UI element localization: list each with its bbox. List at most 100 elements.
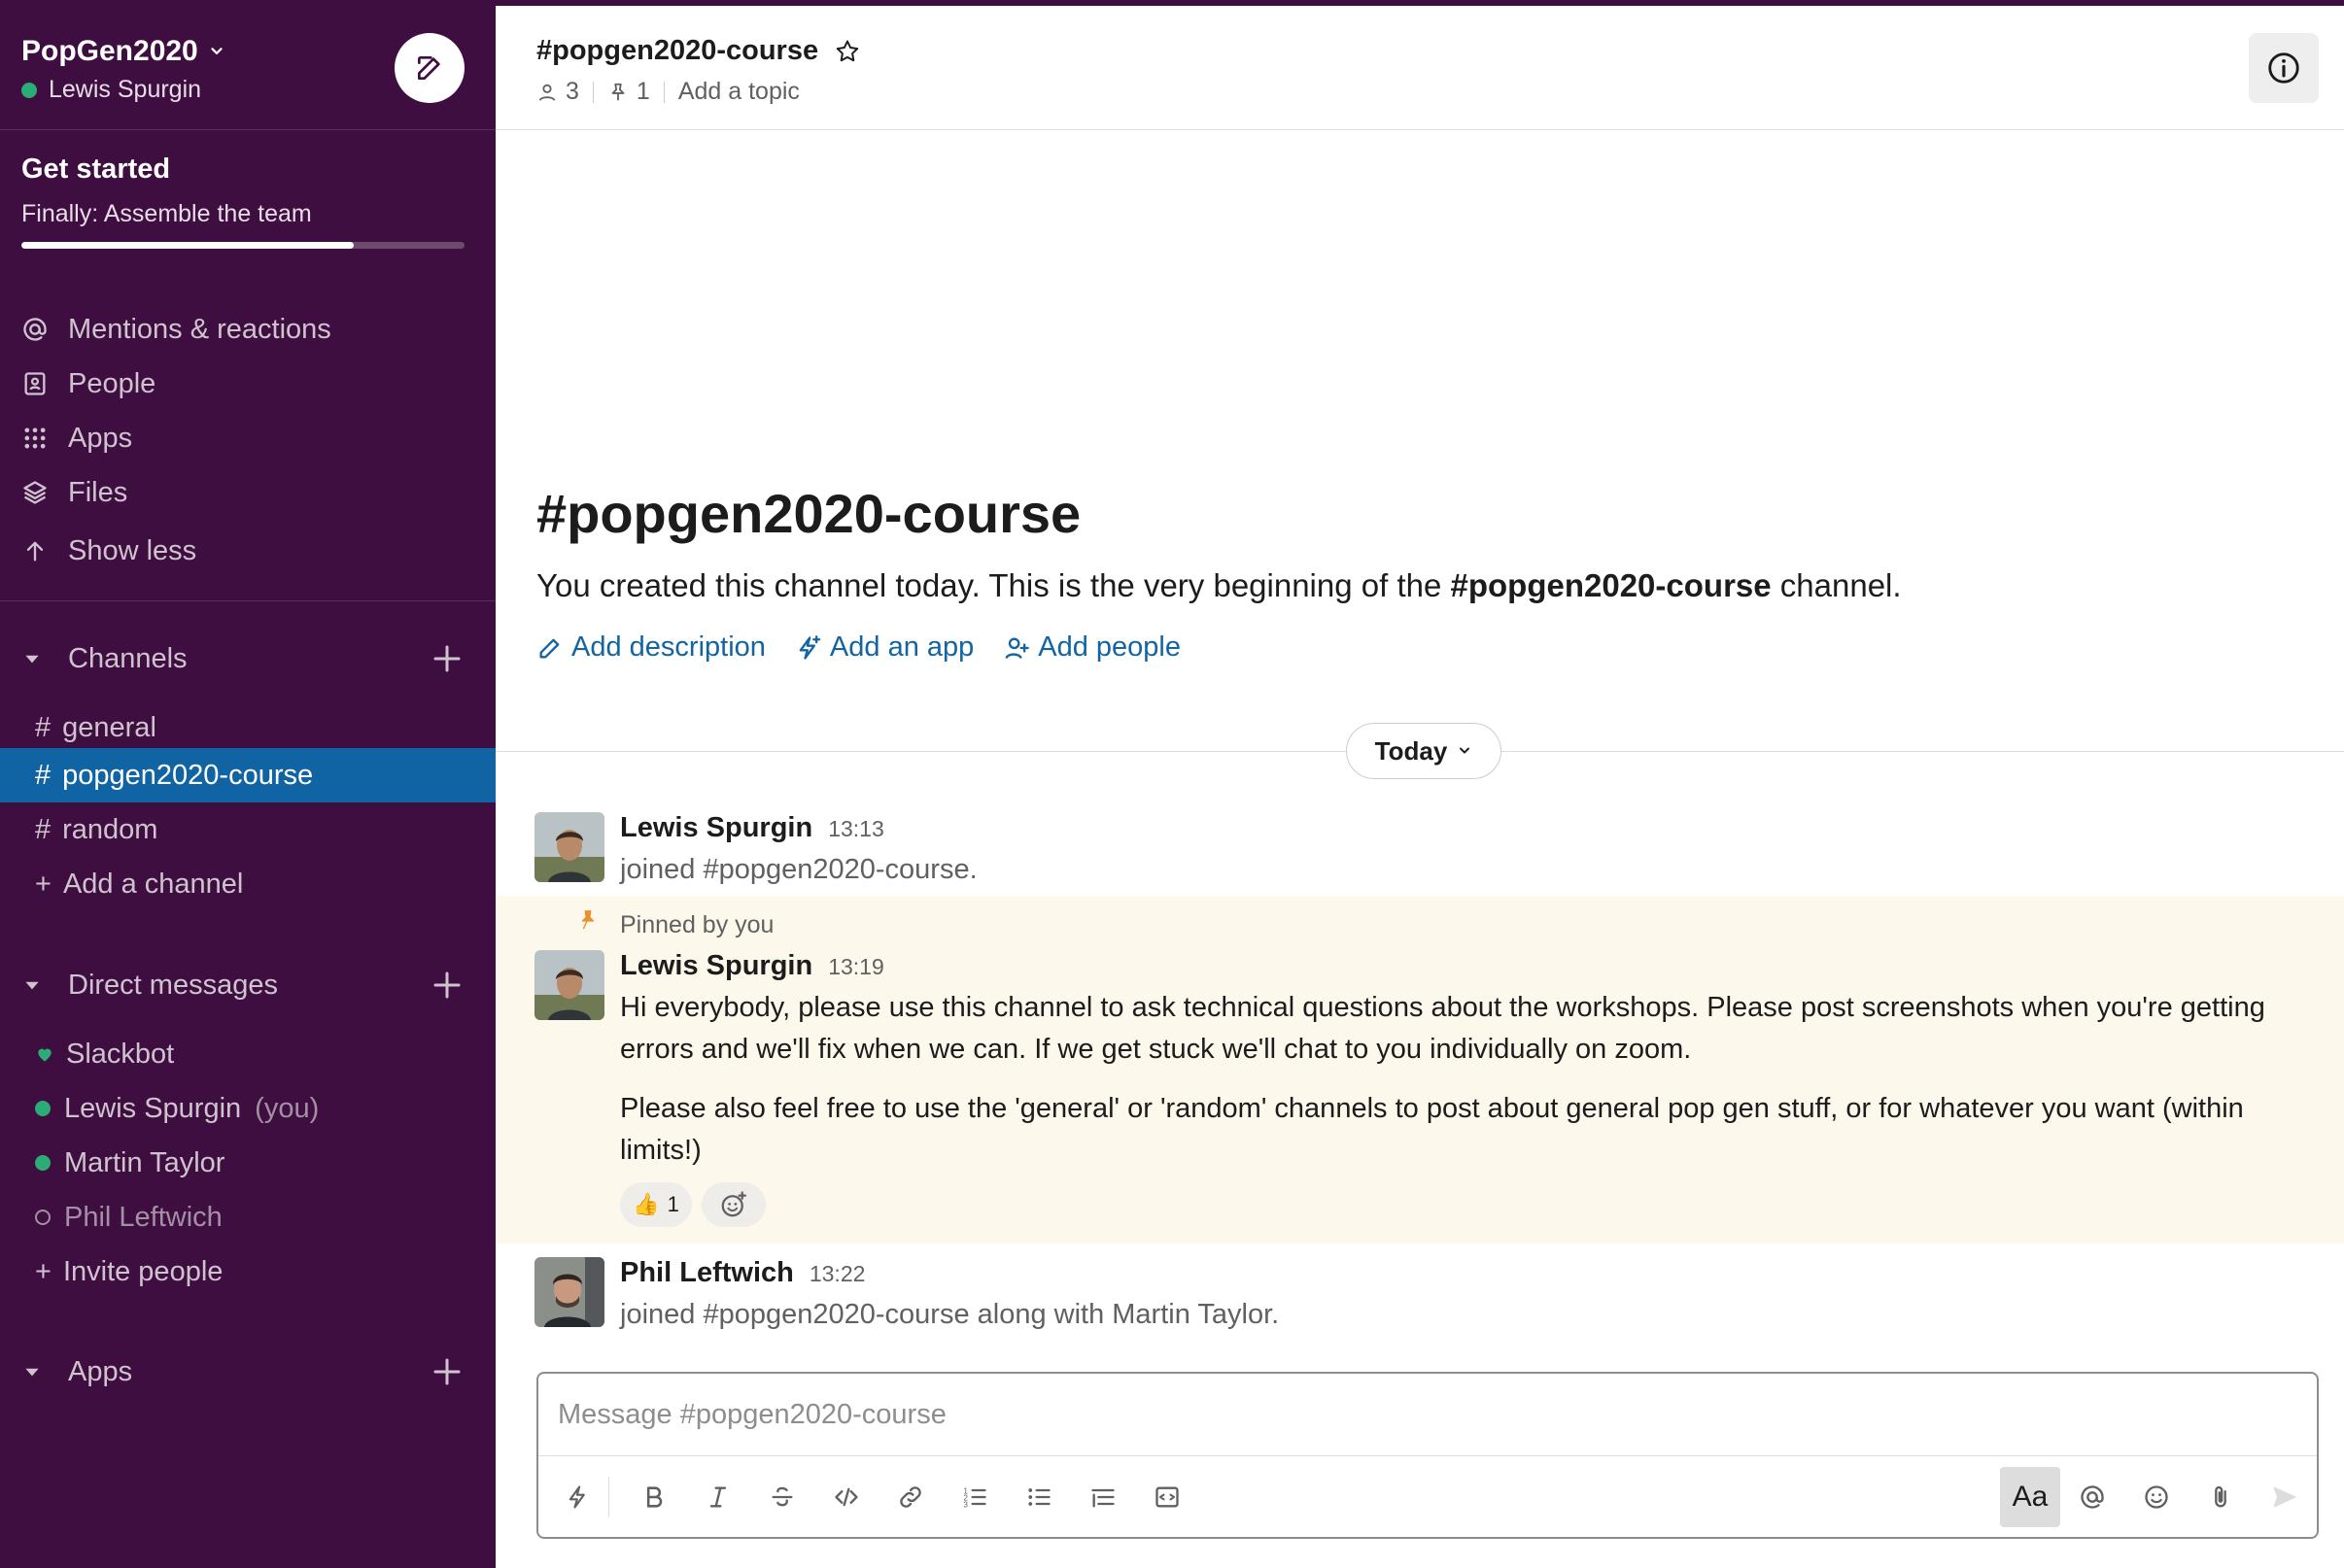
grid-dots-icon <box>24 427 46 449</box>
compose-button[interactable] <box>395 33 465 103</box>
send-icon <box>2273 1486 2296 1508</box>
channels-header-label: Channels <box>68 642 188 674</box>
link-button[interactable] <box>886 1473 935 1521</box>
channel-item-random[interactable]: # random <box>0 802 496 857</box>
reaction-thumbs-up[interactable]: 👍 1 <box>620 1182 692 1227</box>
add-channel-plus-icon[interactable] <box>430 641 465 676</box>
composer-separator <box>538 1455 2317 1456</box>
day-divider-button[interactable]: Today <box>1346 723 1501 779</box>
star-icon[interactable] <box>834 38 861 65</box>
nav-show-less[interactable]: Show less <box>21 529 196 572</box>
nav-apps[interactable]: Apps <box>21 417 132 460</box>
message-author[interactable]: Lewis Spurgin <box>620 950 812 981</box>
message-item-pinned[interactable]: Pinned by you Lewis Spurgin 13:19 Hi ever… <box>496 896 2344 1244</box>
message-text: joined #popgen2020-course along with Mar… <box>620 1299 1280 1330</box>
avatar[interactable] <box>534 1257 604 1327</box>
channel-view: #popgen2020-course 3 1 Add a topic #popg… <box>496 6 2344 1568</box>
format-toggle-label: Aa <box>2012 1481 2049 1513</box>
italic-icon <box>709 1486 727 1508</box>
channel-details-button[interactable] <box>2249 33 2319 103</box>
nav-files[interactable]: Files <box>21 471 127 514</box>
message-input[interactable] <box>558 1395 2288 1434</box>
code-block-button[interactable] <box>1143 1473 1191 1521</box>
channel-item-general[interactable]: # general <box>0 700 496 755</box>
italic-button[interactable] <box>694 1473 742 1521</box>
pinned-count-button[interactable]: 1 <box>607 78 650 106</box>
add-people-link[interactable]: Add people <box>1003 631 1181 664</box>
code-button[interactable] <box>822 1473 871 1521</box>
plus-icon: + <box>35 1255 52 1287</box>
message-item[interactable]: Lewis Spurgin 13:13 joined #popgen2020-co… <box>496 801 2344 898</box>
workspace-header: PopGen2020 Lewis Spurgin <box>0 6 496 130</box>
compose-icon <box>418 56 440 80</box>
workspace-menu[interactable]: PopGen2020 <box>21 35 225 68</box>
dm-name: Slackbot <box>66 1038 175 1070</box>
at-sign-icon <box>2081 1485 2104 1509</box>
progress-fill <box>21 242 354 249</box>
dm-item-martin-taylor[interactable]: Martin Taylor <box>0 1136 496 1190</box>
mention-button[interactable] <box>2068 1473 2117 1521</box>
get-started-subtitle[interactable]: Finally: Assemble the team <box>21 200 312 228</box>
lightning-plus-icon <box>799 634 821 660</box>
apps-section-header[interactable]: Apps <box>21 1350 465 1393</box>
hash-icon: # <box>35 759 52 791</box>
add-reaction-button[interactable] <box>702 1182 766 1227</box>
message-item[interactable]: Phil Leftwich 13:22 joined #popgen2020-co… <box>496 1245 2344 1352</box>
message-time[interactable]: 13:22 <box>810 1261 866 1286</box>
plus-icon: + <box>35 868 52 900</box>
link-icon <box>900 1486 921 1508</box>
add-channel-button[interactable]: + Add a channel <box>0 857 496 911</box>
pinned-count: 1 <box>636 78 650 105</box>
add-people-label: Add people <box>1038 631 1182 663</box>
emoji-button[interactable] <box>2132 1473 2181 1521</box>
current-user[interactable]: Lewis Spurgin <box>21 76 201 104</box>
intro-text-end: channel. <box>1771 567 1902 603</box>
format-toggle-button[interactable]: Aa <box>2000 1467 2060 1527</box>
dm-item-phil-leftwich[interactable]: Phil Leftwich <box>0 1190 496 1244</box>
dm-section-header[interactable]: Direct messages <box>21 964 465 1006</box>
message-time[interactable]: 13:13 <box>828 816 884 841</box>
bulleted-list-button[interactable] <box>1015 1473 1063 1521</box>
add-description-link[interactable]: Add description <box>536 631 766 664</box>
get-started-title[interactable]: Get started <box>21 153 170 186</box>
add-app-link[interactable]: Add an app <box>795 631 974 664</box>
bold-button[interactable] <box>630 1473 678 1521</box>
message-author[interactable]: Lewis Spurgin <box>620 812 812 843</box>
avatar[interactable] <box>534 812 604 882</box>
message-author[interactable]: Phil Leftwich <box>620 1257 794 1288</box>
attach-button[interactable] <box>2196 1473 2245 1521</box>
channel-item-popgen2020-course[interactable]: # popgen2020-course <box>0 748 496 802</box>
nav-mentions-label: Mentions & reactions <box>68 313 331 345</box>
strikethrough-button[interactable] <box>758 1473 807 1521</box>
invite-people-button[interactable]: + Invite people <box>0 1244 496 1299</box>
dm-item-slackbot[interactable]: Slackbot <box>0 1027 496 1081</box>
send-button[interactable] <box>2260 1473 2309 1521</box>
shortcuts-button[interactable] <box>554 1473 603 1521</box>
numbered-list-icon: 123 <box>963 1487 986 1510</box>
member-count-button[interactable]: 3 <box>536 78 579 106</box>
add-dm-plus-icon[interactable] <box>430 968 465 1003</box>
ordered-list-button[interactable]: 123 <box>950 1473 999 1521</box>
add-topic-link[interactable]: Add a topic <box>678 78 800 106</box>
online-status-icon <box>21 82 37 98</box>
message-time[interactable]: 13:19 <box>828 954 884 979</box>
add-app-plus-icon[interactable] <box>430 1354 465 1389</box>
bold-icon <box>646 1486 663 1508</box>
add-app-label: Add an app <box>829 631 975 663</box>
sidebar-divider <box>0 600 496 601</box>
nav-mentions[interactable]: Mentions & reactions <box>21 308 331 351</box>
intro-channel-name: #popgen2020-course <box>1450 567 1772 603</box>
blockquote-button[interactable] <box>1079 1473 1127 1521</box>
channels-section-header[interactable]: Channels <box>21 637 465 680</box>
reaction-count: 1 <box>667 1192 679 1216</box>
pin-icon <box>581 910 595 930</box>
add-channel-label: Add a channel <box>62 868 244 900</box>
invite-people-label: Invite people <box>62 1255 224 1287</box>
dm-item-lewis-spurgin[interactable]: Lewis Spurgin (you) <box>0 1081 496 1136</box>
intro-text: You created this channel today. This is … <box>536 567 1902 604</box>
channel-title[interactable]: #popgen2020-course <box>536 35 861 67</box>
nav-people[interactable]: People <box>21 362 155 405</box>
channel-name: general <box>62 711 156 743</box>
avatar[interactable] <box>534 950 604 1020</box>
layers-icon <box>23 481 47 504</box>
